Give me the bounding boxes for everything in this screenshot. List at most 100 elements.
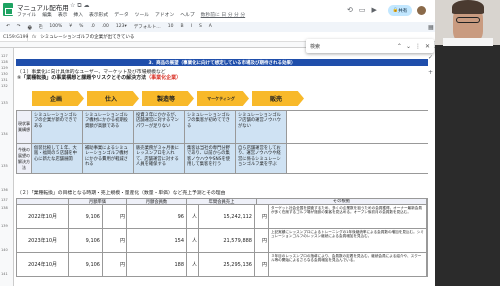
menu-help[interactable]: ヘルプ (180, 11, 194, 18)
sheets-logo-icon[interactable] (3, 3, 13, 16)
price-cell[interactable]: 9,106 (69, 229, 103, 252)
tasks-icon[interactable]: ✓ (428, 54, 434, 61)
unit-cell[interactable]: 人 (187, 205, 199, 228)
strikethrough-button[interactable]: S (199, 24, 202, 30)
row-number[interactable]: 129 (1, 66, 8, 70)
row-number[interactable]: 128 (1, 60, 8, 64)
bold-button[interactable]: B (181, 24, 184, 30)
row-number[interactable]: 140 (1, 248, 8, 252)
comment-icon[interactable]: ▭ (359, 6, 366, 14)
section-banner[interactable]: 3．商品の展望（事業化に向けて想定している市場及び期待される効果） (16, 59, 428, 66)
menu-data[interactable]: データ (114, 11, 128, 18)
table-cell[interactable]: 集客は当社の専門分野であり、以前からの集客ノウハウやSNSを使用して集客を行う (185, 144, 236, 173)
members-cell[interactable]: 188 (127, 253, 187, 276)
row-number[interactable]: 133 (1, 101, 8, 105)
redo-icon[interactable]: ↷ (17, 24, 21, 30)
more-icon[interactable]: ⋮ (415, 43, 421, 50)
close-icon[interactable]: ✕ (425, 43, 430, 50)
arrow-purchasing[interactable]: 仕入 (87, 91, 139, 106)
col-header-sales[interactable]: 年間会員売上 (187, 199, 257, 205)
unit-cell[interactable]: 円 (103, 253, 127, 276)
font-size-input[interactable]: 10 (168, 24, 174, 30)
date-cell[interactable]: 2024年10月 (17, 253, 69, 276)
row-number[interactable]: 139 (1, 224, 8, 228)
chevron-up-icon[interactable]: ⌃ (397, 43, 402, 50)
decrease-decimal-button[interactable]: .0 (90, 24, 94, 30)
arrow-marketing[interactable]: マーケティング (197, 91, 249, 106)
add-icon[interactable]: + (428, 69, 434, 76)
search-input[interactable]: 検索 (310, 43, 393, 50)
row-number[interactable]: 135 (1, 164, 8, 168)
row-number[interactable]: 141 (1, 272, 8, 276)
font-select[interactable]: デフォルト… (134, 24, 161, 30)
table-cell[interactable]: シミュレーションゴルフ機材にかかる初期投資額が高額である (83, 111, 134, 143)
name-box[interactable]: C159:G199 (0, 33, 28, 41)
last-edit-link[interactable]: 数秒前に 日 分 分 分 (201, 11, 245, 18)
date-cell[interactable]: 2023年10月 (17, 229, 69, 252)
calendar-icon[interactable]: ▦ (428, 24, 434, 31)
date-cell[interactable]: 2022年10月 (17, 205, 69, 228)
zoom-select[interactable]: 100% (49, 24, 62, 30)
row-number[interactable]: 131 (1, 78, 8, 82)
undo-icon[interactable]: ↶ (6, 24, 10, 30)
menu-edit[interactable]: 編集 (42, 11, 52, 18)
share-button[interactable]: 🔒 共有 (388, 5, 412, 16)
sheet-grid[interactable]: 127 128 129 130 131 132 133 134 135 136 … (0, 42, 435, 286)
table-cell[interactable]: 自ら店舗運営をしており、運営ノウハウや経営に係るシミュレーションゴルフ業を学ぶ (236, 144, 287, 173)
basis-cell[interactable]: ３年目のレッスンプロの指導により、会員数の定着を見込む。継続会員による紹介や、ス… (269, 253, 427, 276)
italic-button[interactable]: I (191, 24, 192, 30)
menu-insert[interactable]: 挿入 (73, 11, 83, 18)
unit-cell[interactable]: 円 (255, 205, 269, 228)
price-cell[interactable]: 9,106 (69, 205, 103, 228)
basis-cell[interactable]: 上記実績にレッスンプロによるトレーニングの1年後継続率による会員数の増加を見込む… (269, 229, 427, 252)
table-cell[interactable]: 仮装比較して１年、大阪・福岡の５店舗を中心に新たな店舗展開 (32, 144, 83, 173)
col-header-members[interactable]: 月額会員数 (127, 199, 187, 205)
row-header-cell[interactable]: 今後の展望の解決方法 (16, 144, 32, 173)
menu-file[interactable]: ファイル (17, 11, 36, 18)
members-cell[interactable]: 96 (127, 205, 187, 228)
row-number[interactable]: 132 (1, 84, 8, 88)
unit-cell[interactable]: 円 (255, 253, 269, 276)
sales-cell[interactable]: 21,579,888 (199, 229, 255, 252)
sales-cell[interactable]: 25,295,136 (199, 253, 255, 276)
paint-format-icon[interactable]: ⎘ (39, 24, 43, 30)
chevron-down-icon[interactable]: ⌄ (406, 43, 411, 50)
table-cell[interactable]: 補助事業によるシミュレーションゴルフ機材にかかる費用が軽減される (83, 144, 134, 173)
row-number[interactable]: 134 (1, 132, 8, 136)
arrow-planning[interactable]: 企画 (32, 91, 84, 106)
sales-cell[interactable]: 15,242,112 (199, 205, 255, 228)
text-color-button[interactable]: A (209, 24, 212, 30)
print-icon[interactable]: 🖶 (28, 24, 32, 31)
unit-cell[interactable]: 円 (103, 205, 127, 228)
col-header-date[interactable] (17, 199, 69, 204)
business-plan-heading[interactable]: ①「業種転換」の事業構想と課題やリスクとその解決方法（事業化企業） (17, 74, 181, 81)
price-cell[interactable]: 9,106 (69, 253, 103, 276)
table-cell[interactable]: 投資３年にかかるが、店舗運営に対するマンパワーが足りない (134, 111, 185, 143)
menu-tools[interactable]: ツール (135, 11, 149, 18)
col-header-basis[interactable]: その根拠 (257, 199, 427, 204)
col-header-price[interactable]: 月額単価 (69, 199, 127, 205)
row-number[interactable]: 127 (1, 54, 8, 58)
increase-decimal-button[interactable]: .00 (102, 24, 109, 30)
number-format-select[interactable]: 123▾ (116, 24, 127, 30)
row-number[interactable]: 130 (1, 72, 8, 76)
history-icon[interactable]: ⟲ (347, 6, 353, 14)
formula-input[interactable]: シミュレーションゴルフの企業が出てきている (40, 34, 134, 40)
unit-cell[interactable]: 円 (255, 229, 269, 252)
arrow-sales[interactable]: 販売 (252, 91, 304, 106)
members-cell[interactable]: 154 (127, 229, 187, 252)
table-cell[interactable]: 販売業務が３ヶ月後にレッスンプロを入れて、店舗運営に対する人員を確保する (134, 144, 185, 173)
row-number[interactable]: 136 (1, 188, 8, 192)
row-number[interactable]: 138 (1, 206, 8, 210)
title-action-icons[interactable]: ☆ ⧉ ☁ (70, 2, 89, 10)
currency-button[interactable]: ¥ (69, 24, 72, 30)
unit-cell[interactable]: 円 (103, 229, 127, 252)
sales-forecast-title[interactable]: （２）「業種転換」の目標となる時期・売上規模・量産化（数量・単価）など売上予測と… (17, 189, 225, 196)
avatar[interactable] (417, 6, 426, 15)
table-cell[interactable]: シミュレーションゴルフ店舗の運営ノウハウがない (236, 111, 287, 143)
row-header-cell[interactable]: 現状事業構想 (16, 111, 32, 143)
unit-cell[interactable]: 人 (187, 253, 199, 276)
menu-format[interactable]: 表示形式 (89, 11, 108, 18)
table-cell[interactable]: シミュレーションゴルフの企業が新のできである (32, 111, 83, 143)
menu-view[interactable]: 表示 (58, 11, 68, 18)
